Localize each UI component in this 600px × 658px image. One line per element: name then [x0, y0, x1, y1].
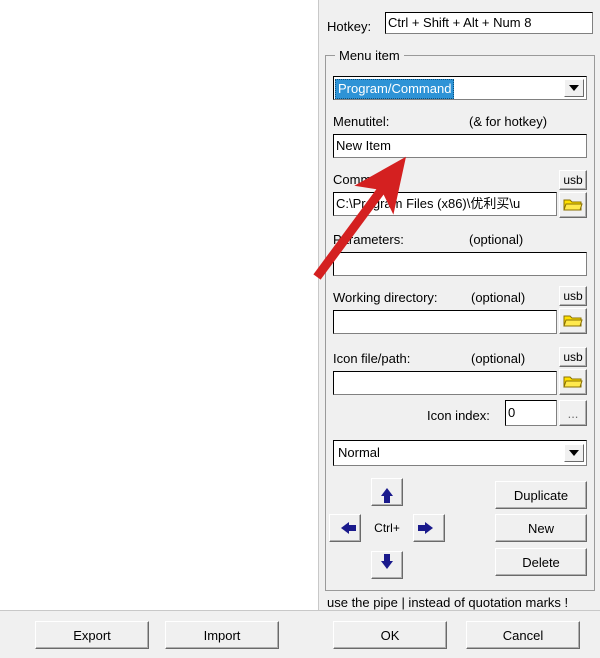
folder-icon	[563, 376, 583, 388]
chevron-down-icon	[569, 450, 579, 456]
folder-icon	[563, 199, 583, 211]
export-button[interactable]: Export	[35, 621, 149, 649]
working-directory-label: Working directory:	[333, 290, 438, 305]
parameters-input[interactable]	[333, 252, 587, 276]
icon-file-browse-button[interactable]	[559, 369, 587, 395]
arrow-down-icon	[381, 554, 393, 569]
item-type-combobox[interactable]: Program/Command	[333, 76, 587, 100]
move-left-button[interactable]	[329, 514, 361, 542]
main-work-area	[0, 0, 318, 610]
icon-file-hint: (optional)	[471, 351, 526, 366]
icon-file-label: Icon file/path:	[333, 351, 411, 366]
move-right-button[interactable]	[413, 514, 445, 542]
new-button[interactable]: New	[495, 514, 587, 542]
folder-icon	[563, 315, 583, 327]
window-state-combobox[interactable]: Normal	[333, 440, 587, 466]
icon-index-more-button[interactable]: ...	[559, 400, 587, 426]
command-input[interactable]: C:\Program Files (x86)\优利买\u	[333, 192, 557, 216]
menutitel-input[interactable]: New Item	[333, 134, 587, 158]
working-directory-hint: (optional)	[471, 290, 526, 305]
command-browse-button[interactable]	[559, 192, 587, 218]
cancel-button[interactable]: Cancel	[466, 621, 580, 649]
parameters-label: Parameters:	[333, 232, 404, 247]
working-directory-browse-button[interactable]	[559, 308, 587, 334]
command-label: Command:	[333, 172, 397, 187]
move-down-button[interactable]	[371, 551, 403, 579]
arrow-left-icon	[341, 522, 356, 534]
arrow-right-icon	[418, 522, 433, 534]
hotkey-label: Hotkey:	[327, 19, 372, 34]
item-type-selected-value: Program/Command	[335, 79, 455, 99]
ok-button[interactable]: OK	[333, 621, 447, 649]
hotkey-input[interactable]: Ctrl + Shift + Alt + Num 8	[385, 12, 593, 34]
chevron-down-icon	[569, 85, 579, 91]
move-up-button[interactable]	[371, 478, 403, 506]
item-type-dropdown-button[interactable]	[564, 79, 584, 97]
menutitel-label: Menutitel:	[333, 114, 390, 129]
working-directory-input[interactable]	[333, 310, 557, 334]
menu-item-groupbox-legend: Menu item	[335, 48, 404, 63]
window-state-selected-value: Normal	[338, 445, 380, 460]
ctrl-modifier-label: Ctrl+	[374, 521, 400, 535]
working-directory-usb-button[interactable]: usb	[559, 286, 587, 306]
window-state-dropdown-button[interactable]	[564, 444, 584, 462]
icon-file-input[interactable]	[333, 371, 557, 395]
pipe-hint-text: use the pipe | instead of quotation mark…	[327, 595, 569, 610]
duplicate-button[interactable]: Duplicate	[495, 481, 587, 509]
command-usb-button[interactable]: usb	[559, 170, 587, 190]
menutitel-hint: (& for hotkey)	[469, 114, 548, 129]
import-button[interactable]: Import	[165, 621, 279, 649]
icon-index-input[interactable]: 0	[505, 400, 557, 426]
icon-index-label: Icon index:	[427, 408, 490, 423]
dialog-button-bar: Export Import OK Cancel	[0, 610, 600, 658]
parameters-hint: (optional)	[469, 232, 524, 247]
menu-item-settings-panel: Hotkey: Ctrl + Shift + Alt + Num 8 Menu …	[318, 0, 600, 610]
icon-file-usb-button[interactable]: usb	[559, 347, 587, 367]
arrow-up-icon	[381, 488, 393, 503]
delete-button[interactable]: Delete	[495, 548, 587, 576]
